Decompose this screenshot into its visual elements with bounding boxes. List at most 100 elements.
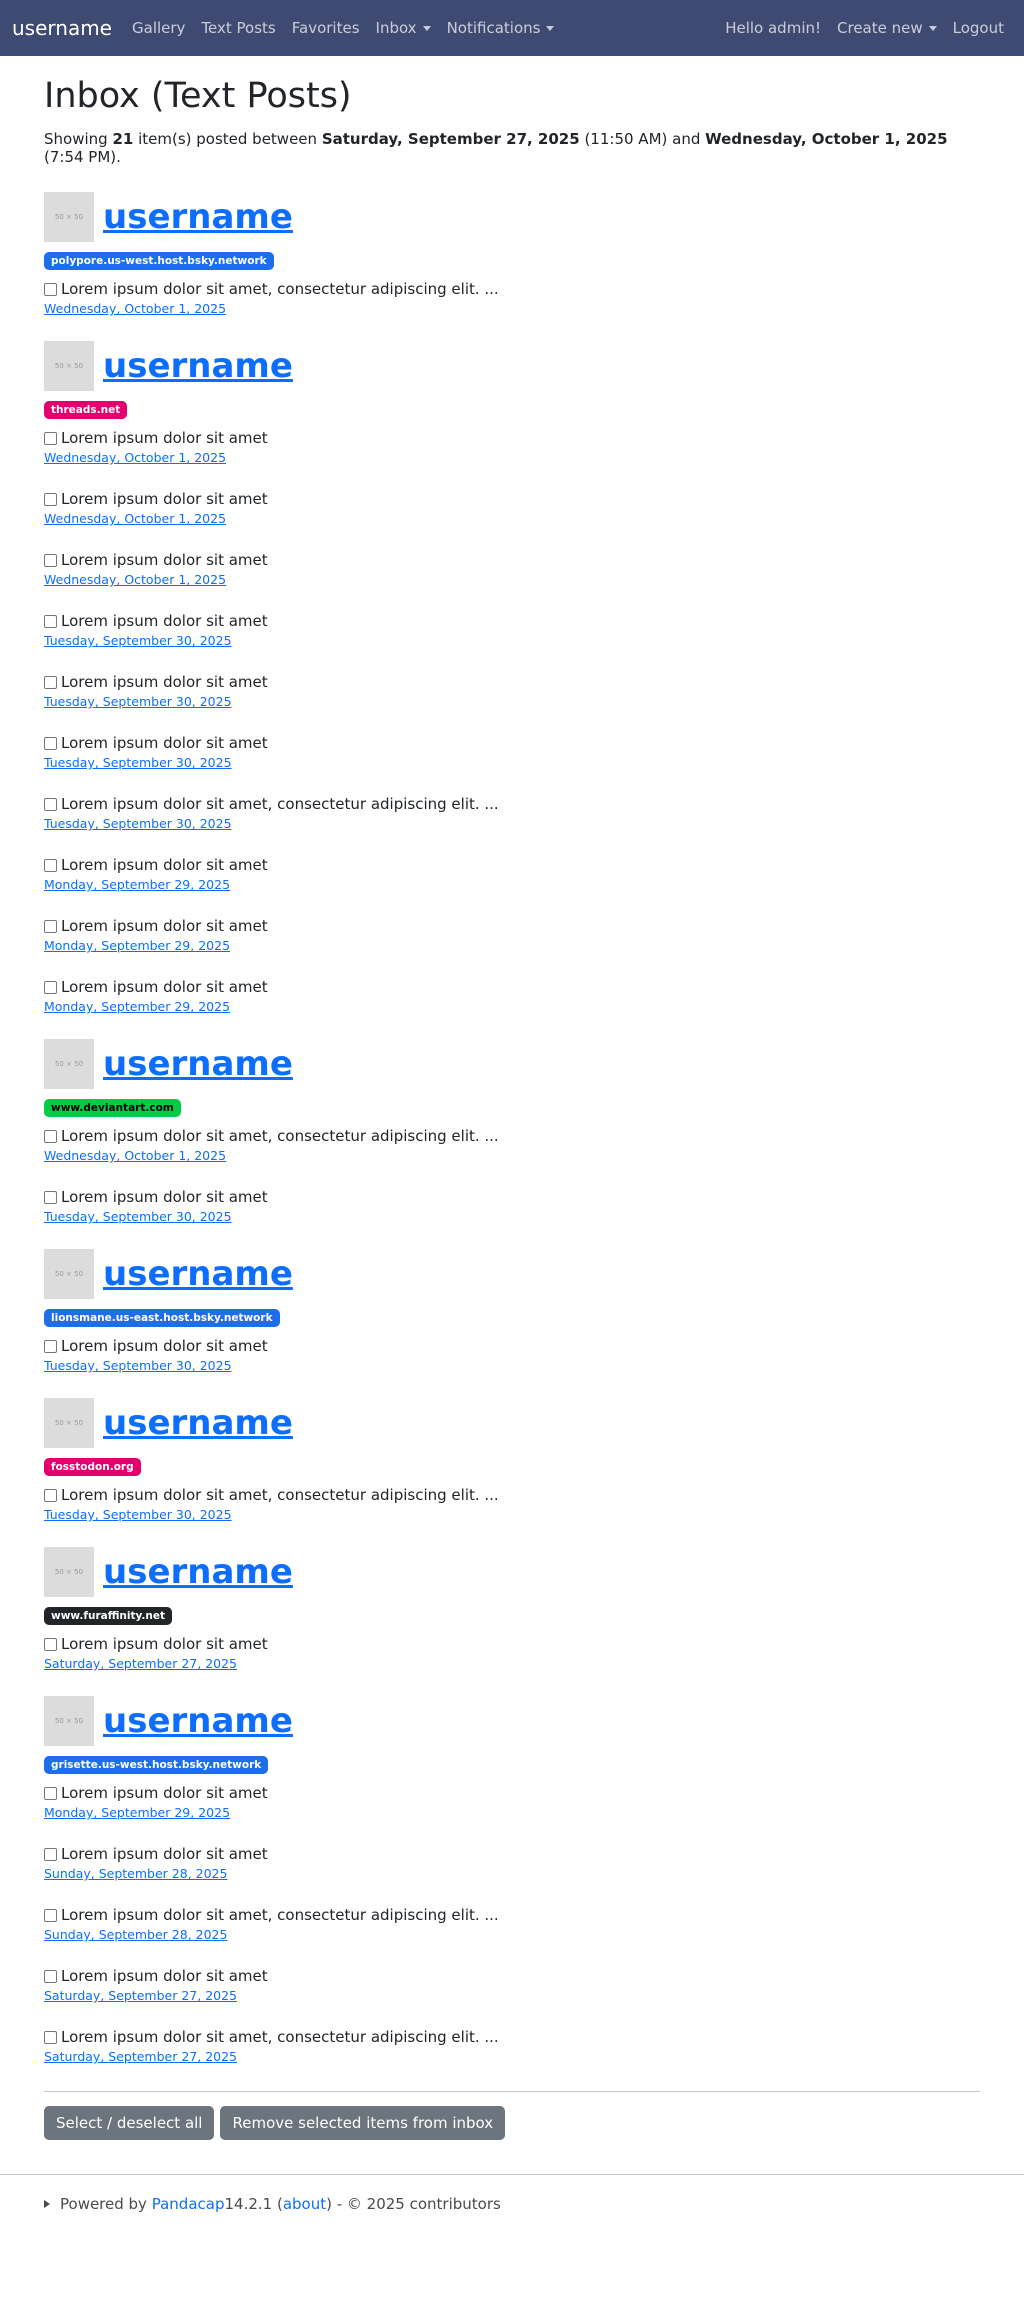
select-checkbox[interactable] [44, 858, 57, 872]
item-count: 21 [112, 130, 134, 148]
post-text: Lorem ipsum dolor sit amet, consectetur … [61, 795, 499, 813]
select-checkbox[interactable] [44, 1969, 57, 1983]
user-group: 50 × 50 username fosstodon.org Lorem ipsum … [44, 1398, 980, 1547]
post-date-link[interactable]: Wednesday, October 1, 2025 [44, 511, 226, 526]
nav-greeting[interactable]: Hello admin! [717, 19, 829, 37]
post-text: Lorem ipsum dolor sit amet [61, 978, 268, 996]
badge-wrap: lionsmane.us-east.host.bsky.network [44, 1307, 980, 1337]
nav-logout[interactable]: Logout [945, 19, 1012, 37]
post-date-link[interactable]: Tuesday, September 30, 2025 [44, 633, 232, 648]
footer-powered-by: Powered by [60, 2195, 147, 2213]
post-item: Lorem ipsum dolor sit amet Saturday, Sept… [44, 1967, 980, 2028]
post-date-link[interactable]: Tuesday, September 30, 2025 [44, 816, 232, 831]
post-text: Lorem ipsum dolor sit amet, consectetur … [61, 1486, 499, 1504]
post-date-link[interactable]: Sunday, September 28, 2025 [44, 1866, 227, 1881]
username-link[interactable]: username [103, 1552, 293, 1592]
select-checkbox[interactable] [44, 1847, 57, 1861]
footer-version: 14.2.1 ( [224, 2195, 283, 2213]
host-badge: lionsmane.us-east.host.bsky.network [44, 1309, 280, 1327]
nav-favorites[interactable]: Favorites [284, 19, 368, 37]
remove-selected-button[interactable]: Remove selected items from inbox [220, 2106, 506, 2140]
host-badge: fosstodon.org [44, 1458, 141, 1476]
username-link[interactable]: username [103, 1254, 293, 1294]
select-checkbox[interactable] [44, 1339, 57, 1353]
post-date-link[interactable]: Monday, September 29, 2025 [44, 938, 230, 953]
select-checkbox[interactable] [44, 1488, 57, 1502]
post-date-link[interactable]: Sunday, September 28, 2025 [44, 1927, 227, 1942]
post-line: Lorem ipsum dolor sit amet, consectetur … [44, 1127, 980, 1145]
post-date-link[interactable]: Monday, September 29, 2025 [44, 1805, 230, 1820]
post-text: Lorem ipsum dolor sit amet, consectetur … [61, 1127, 499, 1145]
nav-notifications-label: Notifications [446, 19, 541, 37]
badge-wrap: www.furaffinity.net [44, 1605, 980, 1635]
post-line: Lorem ipsum dolor sit amet [44, 490, 980, 508]
nav-inbox-label: Inbox [375, 19, 417, 37]
nav-notifications-dropdown[interactable]: Notifications [439, 19, 563, 37]
post-date-link[interactable]: Wednesday, October 1, 2025 [44, 572, 226, 587]
disclosure-triangle-icon[interactable] [44, 2200, 50, 2208]
nav-left: Gallery Text Posts Favorites Inbox Notif… [124, 19, 562, 37]
post-date-link[interactable]: Wednesday, October 1, 2025 [44, 1148, 226, 1163]
username-link[interactable]: username [103, 1701, 293, 1741]
select-checkbox[interactable] [44, 919, 57, 933]
select-checkbox[interactable] [44, 1908, 57, 1922]
user-header: 50 × 50 username [44, 192, 980, 242]
select-checkbox[interactable] [44, 980, 57, 994]
post-text: Lorem ipsum dolor sit amet [61, 490, 268, 508]
summary-prefix: Showing [44, 130, 113, 148]
avatar: 50 × 50 [44, 1547, 94, 1597]
post-date-link[interactable]: Saturday, September 27, 2025 [44, 1656, 237, 1671]
post-date-link[interactable]: Tuesday, September 30, 2025 [44, 1358, 232, 1373]
select-checkbox[interactable] [44, 553, 57, 567]
post-item: Lorem ipsum dolor sit amet Monday, Septem… [44, 978, 980, 1039]
username-link[interactable]: username [103, 346, 293, 386]
nav-gallery[interactable]: Gallery [124, 19, 193, 37]
footer-app-link[interactable]: Pandacap [152, 2195, 225, 2213]
post-line: Lorem ipsum dolor sit amet [44, 1845, 980, 1863]
nav-right: Hello admin! Create new Logout [717, 19, 1012, 37]
post-line: Lorem ipsum dolor sit amet [44, 734, 980, 752]
select-checkbox[interactable] [44, 736, 57, 750]
post-date-link[interactable]: Tuesday, September 30, 2025 [44, 1209, 232, 1224]
avatar: 50 × 50 [44, 1696, 94, 1746]
post-date-link[interactable]: Saturday, September 27, 2025 [44, 2049, 237, 2064]
nav-create-new-dropdown[interactable]: Create new [829, 19, 945, 37]
post-date-link[interactable]: Tuesday, September 30, 2025 [44, 755, 232, 770]
post-date-link[interactable]: Tuesday, September 30, 2025 [44, 694, 232, 709]
user-header: 50 × 50 username [44, 1696, 980, 1746]
post-date-link[interactable]: Monday, September 29, 2025 [44, 999, 230, 1014]
select-checkbox[interactable] [44, 675, 57, 689]
select-checkbox[interactable] [44, 1190, 57, 1204]
nav-inbox-dropdown[interactable]: Inbox [368, 19, 439, 37]
post-line: Lorem ipsum dolor sit amet [44, 1188, 980, 1206]
select-checkbox[interactable] [44, 492, 57, 506]
post-item: Lorem ipsum dolor sit amet Tuesday, Septe… [44, 1337, 980, 1398]
select-checkbox[interactable] [44, 1637, 57, 1651]
host-badge: www.deviantart.com [44, 1099, 181, 1117]
post-date-link[interactable]: Monday, September 29, 2025 [44, 877, 230, 892]
post-line: Lorem ipsum dolor sit amet, consectetur … [44, 280, 980, 298]
select-checkbox[interactable] [44, 1129, 57, 1143]
select-checkbox[interactable] [44, 797, 57, 811]
post-date-link[interactable]: Wednesday, October 1, 2025 [44, 301, 226, 316]
user-header: 50 × 50 username [44, 1398, 980, 1448]
username-link[interactable]: username [103, 1044, 293, 1084]
post-text: Lorem ipsum dolor sit amet [61, 1188, 268, 1206]
select-checkbox[interactable] [44, 2030, 57, 2044]
select-all-button[interactable]: Select / deselect all [44, 2106, 215, 2140]
select-checkbox[interactable] [44, 431, 57, 445]
select-checkbox[interactable] [44, 282, 57, 296]
post-text: Lorem ipsum dolor sit amet [61, 1967, 268, 1985]
post-date-link[interactable]: Tuesday, September 30, 2025 [44, 1507, 232, 1522]
select-checkbox[interactable] [44, 1786, 57, 1800]
select-checkbox[interactable] [44, 614, 57, 628]
post-date-link[interactable]: Wednesday, October 1, 2025 [44, 450, 226, 465]
username-link[interactable]: username [103, 197, 293, 237]
footer-about-link[interactable]: about [283, 2195, 326, 2213]
post-date-link[interactable]: Saturday, September 27, 2025 [44, 1988, 237, 2003]
nav-text-posts[interactable]: Text Posts [193, 19, 283, 37]
username-link[interactable]: username [103, 1403, 293, 1443]
post-item: Lorem ipsum dolor sit amet Wednesday, Oct… [44, 429, 980, 490]
brand-link[interactable]: username [12, 16, 112, 40]
post-line: Lorem ipsum dolor sit amet, consectetur … [44, 795, 980, 813]
